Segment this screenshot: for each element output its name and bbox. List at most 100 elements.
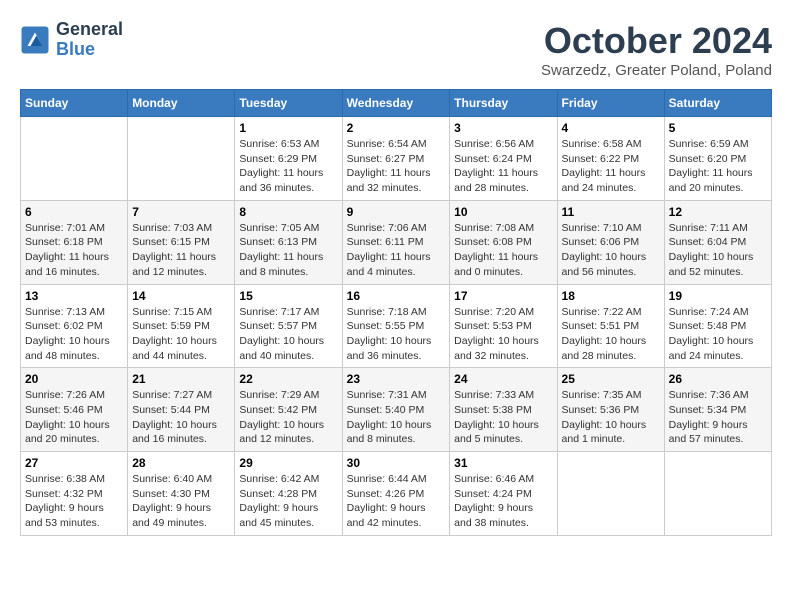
- calendar-cell: [664, 452, 771, 536]
- day-info: Sunrise: 7:22 AM Sunset: 5:51 PM Dayligh…: [562, 305, 660, 364]
- logo-general: General: [56, 20, 123, 40]
- logo: General Blue: [20, 20, 123, 60]
- day-number: 7: [132, 205, 230, 219]
- day-number: 16: [347, 289, 446, 303]
- calendar-cell: 13Sunrise: 7:13 AM Sunset: 6:02 PM Dayli…: [21, 284, 128, 368]
- calendar-cell: 8 Sunrise: 7:05 AM Sunset: 6:13 PM Daylig…: [235, 200, 342, 284]
- day-number: 23: [347, 372, 446, 386]
- day-number: 6: [25, 205, 123, 219]
- weekday-header-friday: Friday: [557, 90, 664, 117]
- day-info: Sunrise: 6:58 AM Sunset: 6:22 PM Dayligh…: [562, 137, 660, 196]
- calendar-cell: 15 Sunrise: 7:17 AM Sunset: 5:57 PM Dayli…: [235, 284, 342, 368]
- day-info: Sunrise: 7:11 AM Sunset: 6:04 PM Dayligh…: [669, 221, 767, 280]
- calendar-cell: 19Sunrise: 7:24 AM Sunset: 5:48 PM Dayli…: [664, 284, 771, 368]
- calendar-cell: 9Sunrise: 7:06 AM Sunset: 6:11 PM Daylig…: [342, 200, 450, 284]
- day-info: Sunrise: 7:13 AM Sunset: 6:02 PM Dayligh…: [25, 305, 123, 364]
- calendar-cell: 21Sunrise: 7:27 AM Sunset: 5:44 PM Dayli…: [128, 368, 235, 452]
- calendar-cell: 2Sunrise: 6:54 AM Sunset: 6:27 PM Daylig…: [342, 117, 450, 201]
- calendar-cell: 6 Sunrise: 7:01 AM Sunset: 6:18 PM Daylig…: [21, 200, 128, 284]
- calendar-cell: 29 Sunrise: 6:42 AM Sunset: 4:28 PM Dayli…: [235, 452, 342, 536]
- day-number: 24: [454, 372, 552, 386]
- day-number: 30: [347, 456, 446, 470]
- day-info: Sunrise: 7:06 AM Sunset: 6:11 PM Dayligh…: [347, 221, 446, 280]
- calendar-cell: 14 Sunrise: 7:15 AM Sunset: 5:59 PM Dayli…: [128, 284, 235, 368]
- day-info: Sunrise: 7:26 AM Sunset: 5:46 PM Dayligh…: [25, 388, 123, 447]
- day-number: 27: [25, 456, 123, 470]
- day-number: 31: [454, 456, 552, 470]
- calendar-cell: 10Sunrise: 7:08 AM Sunset: 6:08 PM Dayli…: [450, 200, 557, 284]
- title-area: October 2024 Swarzedz, Greater Poland, P…: [541, 20, 772, 79]
- calendar-cell: [128, 117, 235, 201]
- day-info: Sunrise: 6:56 AM Sunset: 6:24 PM Dayligh…: [454, 137, 552, 196]
- day-number: 4: [562, 121, 660, 135]
- day-number: 26: [669, 372, 767, 386]
- calendar-cell: 25Sunrise: 7:35 AM Sunset: 5:36 PM Dayli…: [557, 368, 664, 452]
- day-info: Sunrise: 6:40 AM Sunset: 4:30 PM Dayligh…: [132, 472, 230, 531]
- calendar-table: SundayMondayTuesdayWednesdayThursdayFrid…: [20, 89, 772, 536]
- day-number: 28: [132, 456, 230, 470]
- day-info: Sunrise: 7:27 AM Sunset: 5:44 PM Dayligh…: [132, 388, 230, 447]
- day-info: Sunrise: 7:20 AM Sunset: 5:53 PM Dayligh…: [454, 305, 552, 364]
- calendar-cell: 1Sunrise: 6:53 AM Sunset: 6:29 PM Daylig…: [235, 117, 342, 201]
- calendar-cell: [21, 117, 128, 201]
- day-number: 12: [669, 205, 767, 219]
- day-info: Sunrise: 7:17 AM Sunset: 5:57 PM Dayligh…: [239, 305, 337, 364]
- calendar-week-5: 27 Sunrise: 6:38 AM Sunset: 4:32 PM Dayli…: [21, 452, 772, 536]
- calendar-week-1: 1Sunrise: 6:53 AM Sunset: 6:29 PM Daylig…: [21, 117, 772, 201]
- day-info: Sunrise: 7:36 AM Sunset: 5:34 PM Dayligh…: [669, 388, 767, 447]
- weekday-header-monday: Monday: [128, 90, 235, 117]
- day-info: Sunrise: 7:18 AM Sunset: 5:55 PM Dayligh…: [347, 305, 446, 364]
- weekday-header-thursday: Thursday: [450, 90, 557, 117]
- day-number: 22: [239, 372, 337, 386]
- calendar-cell: 4 Sunrise: 6:58 AM Sunset: 6:22 PM Daylig…: [557, 117, 664, 201]
- logo-text: General Blue: [56, 20, 123, 60]
- day-number: 14: [132, 289, 230, 303]
- day-info: Sunrise: 6:44 AM Sunset: 4:26 PM Dayligh…: [347, 472, 446, 531]
- day-info: Sunrise: 7:15 AM Sunset: 5:59 PM Dayligh…: [132, 305, 230, 364]
- day-info: Sunrise: 6:42 AM Sunset: 4:28 PM Dayligh…: [239, 472, 337, 531]
- day-info: Sunrise: 7:10 AM Sunset: 6:06 PM Dayligh…: [562, 221, 660, 280]
- calendar-cell: 3Sunrise: 6:56 AM Sunset: 6:24 PM Daylig…: [450, 117, 557, 201]
- weekday-header-wednesday: Wednesday: [342, 90, 450, 117]
- logo-icon: [20, 25, 50, 55]
- calendar-cell: 27 Sunrise: 6:38 AM Sunset: 4:32 PM Dayli…: [21, 452, 128, 536]
- calendar-cell: 5Sunrise: 6:59 AM Sunset: 6:20 PM Daylig…: [664, 117, 771, 201]
- calendar-cell: 26 Sunrise: 7:36 AM Sunset: 5:34 PM Dayli…: [664, 368, 771, 452]
- logo-blue: Blue: [56, 40, 123, 60]
- day-number: 8: [239, 205, 337, 219]
- weekday-header-tuesday: Tuesday: [235, 90, 342, 117]
- weekday-header-sunday: Sunday: [21, 90, 128, 117]
- day-number: 10: [454, 205, 552, 219]
- day-info: Sunrise: 7:33 AM Sunset: 5:38 PM Dayligh…: [454, 388, 552, 447]
- calendar-cell: 20 Sunrise: 7:26 AM Sunset: 5:46 PM Dayli…: [21, 368, 128, 452]
- day-info: Sunrise: 6:46 AM Sunset: 4:24 PM Dayligh…: [454, 472, 552, 531]
- day-info: Sunrise: 7:01 AM Sunset: 6:18 PM Dayligh…: [25, 221, 123, 280]
- day-number: 17: [454, 289, 552, 303]
- calendar-cell: 24 Sunrise: 7:33 AM Sunset: 5:38 PM Dayli…: [450, 368, 557, 452]
- calendar-cell: 28 Sunrise: 6:40 AM Sunset: 4:30 PM Dayli…: [128, 452, 235, 536]
- calendar-cell: 22Sunrise: 7:29 AM Sunset: 5:42 PM Dayli…: [235, 368, 342, 452]
- calendar-week-3: 13Sunrise: 7:13 AM Sunset: 6:02 PM Dayli…: [21, 284, 772, 368]
- day-info: Sunrise: 6:53 AM Sunset: 6:29 PM Dayligh…: [239, 137, 337, 196]
- month-title: October 2024: [541, 20, 772, 62]
- weekday-header-row: SundayMondayTuesdayWednesdayThursdayFrid…: [21, 90, 772, 117]
- day-info: Sunrise: 6:38 AM Sunset: 4:32 PM Dayligh…: [25, 472, 123, 531]
- day-info: Sunrise: 7:05 AM Sunset: 6:13 PM Dayligh…: [239, 221, 337, 280]
- calendar-cell: 30 Sunrise: 6:44 AM Sunset: 4:26 PM Dayli…: [342, 452, 450, 536]
- day-info: Sunrise: 6:54 AM Sunset: 6:27 PM Dayligh…: [347, 137, 446, 196]
- day-number: 29: [239, 456, 337, 470]
- day-number: 18: [562, 289, 660, 303]
- page-header: General Blue October 2024 Swarzedz, Grea…: [20, 20, 772, 79]
- calendar-cell: 11 Sunrise: 7:10 AM Sunset: 6:06 PM Dayli…: [557, 200, 664, 284]
- day-info: Sunrise: 7:31 AM Sunset: 5:40 PM Dayligh…: [347, 388, 446, 447]
- calendar-cell: 31 Sunrise: 6:46 AM Sunset: 4:24 PM Dayli…: [450, 452, 557, 536]
- day-number: 20: [25, 372, 123, 386]
- day-number: 11: [562, 205, 660, 219]
- calendar-cell: [557, 452, 664, 536]
- calendar-cell: 7Sunrise: 7:03 AM Sunset: 6:15 PM Daylig…: [128, 200, 235, 284]
- day-info: Sunrise: 7:24 AM Sunset: 5:48 PM Dayligh…: [669, 305, 767, 364]
- calendar-week-4: 20 Sunrise: 7:26 AM Sunset: 5:46 PM Dayli…: [21, 368, 772, 452]
- day-number: 15: [239, 289, 337, 303]
- calendar-cell: 16 Sunrise: 7:18 AM Sunset: 5:55 PM Dayli…: [342, 284, 450, 368]
- calendar-cell: 23 Sunrise: 7:31 AM Sunset: 5:40 PM Dayli…: [342, 368, 450, 452]
